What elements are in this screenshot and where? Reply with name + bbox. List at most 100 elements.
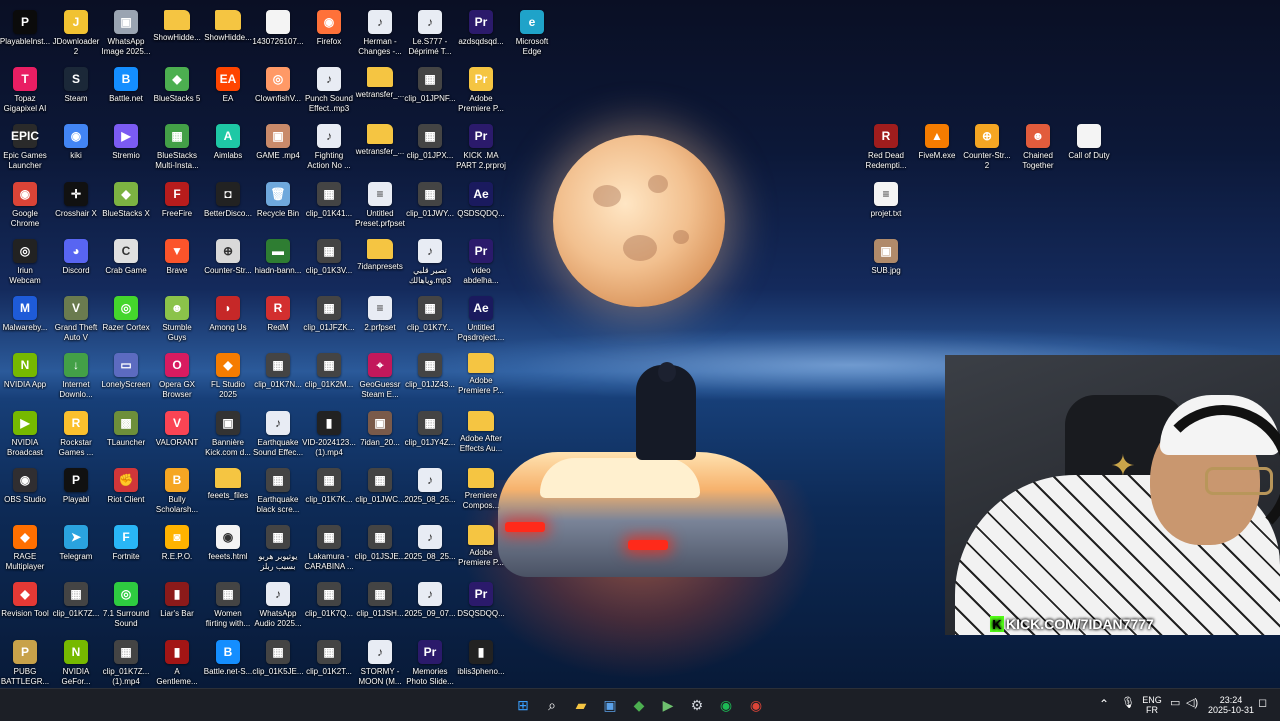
adobe-premiere-p-icon bbox=[468, 525, 494, 545]
video-abdelha-icon: Pr bbox=[469, 239, 493, 263]
clip-01jpx-icon: ▦ bbox=[418, 124, 442, 148]
clip-01jz43-icon: ▦ bbox=[418, 353, 442, 377]
volume-icon[interactable]: ◁) bbox=[1186, 698, 1198, 709]
desktop-icon-projet-txt[interactable]: ≡ projet.txt bbox=[856, 176, 916, 233]
clip-01k41-icon: ▦ bbox=[317, 182, 341, 206]
show-hidden-icons-icon[interactable]: ⌃ bbox=[1099, 698, 1109, 710]
desktop-icon-untitled-pqsdroject[interactable]: Ae Untitled Pqsdroject.... bbox=[451, 290, 511, 347]
clip-01jy4z-icon: ▦ bbox=[418, 411, 442, 435]
desktop-icon-dsqsdqq[interactable]: Pr DSQSDQQ... bbox=[451, 576, 511, 633]
hiadn-bann-icon: ▬ bbox=[266, 239, 290, 263]
clip-01jwy-icon: ▦ bbox=[418, 182, 442, 206]
qsdsqdq-icon: Ae bbox=[469, 182, 493, 206]
desktop-icon-premiere-compos[interactable]: Premiere Compos... bbox=[451, 462, 511, 519]
google-chrome-icon: ◉ bbox=[13, 182, 37, 206]
desktop-icon-call-of-duty[interactable]: Call of Duty bbox=[1059, 118, 1119, 175]
telegram-icon: ➤ bbox=[64, 525, 88, 549]
language-secondary: FR bbox=[1146, 705, 1158, 715]
firefox-icon: ◉ bbox=[317, 10, 341, 34]
input-language-indicator[interactable]: ENG FR bbox=[1140, 695, 1164, 715]
7-1-surround-sound-icon: ◎ bbox=[114, 582, 138, 606]
network-icon[interactable]: ▭ bbox=[1170, 698, 1180, 709]
clock[interactable]: 23:24 2025-10-31 bbox=[1204, 695, 1258, 715]
settings-button[interactable]: ⚙ bbox=[685, 693, 709, 717]
earthquake-black-scre-icon: ▦ bbox=[266, 468, 290, 492]
recycle-bin-icon: 🗑 bbox=[266, 182, 290, 206]
language-primary: ENG bbox=[1142, 695, 1162, 705]
showhidde-icon bbox=[164, 10, 190, 30]
battle-net-icon: B bbox=[114, 67, 138, 91]
bluestacks-x-icon: ◆ bbox=[114, 182, 138, 206]
2025-08-25-icon: ♪ bbox=[418, 468, 442, 492]
chrome-button[interactable]: ◉ bbox=[744, 693, 768, 717]
epic-games-launcher-icon: EPIC bbox=[11, 124, 39, 148]
desktop-icon-adobe-premiere-p[interactable]: Adobe Premiere P... bbox=[451, 347, 511, 404]
rockstar-games-icon: R bbox=[64, 411, 88, 435]
desktop-icon-label: SUB.jpg bbox=[871, 266, 901, 275]
desktop-icon-label: KICK .MA PART 2.prproj bbox=[456, 151, 506, 170]
brave-icon: ▼ bbox=[165, 239, 189, 263]
projet-txt-icon: ≡ bbox=[874, 182, 898, 206]
desktop-icon-qsdsqdq[interactable]: Ae QSDSQDQ... bbox=[451, 176, 511, 233]
wallpaper-taillight bbox=[505, 522, 545, 532]
sub-jpg-icon: ▣ bbox=[874, 239, 898, 263]
desktop-icon-iblis3pheno[interactable]: ▮ iblis3pheno... bbox=[451, 634, 511, 688]
clip-01k7n-icon: ▦ bbox=[266, 353, 290, 377]
spotify-button[interactable]: ◉ bbox=[714, 693, 738, 717]
desktop-icon-label: Adobe Premiere P... bbox=[458, 548, 504, 567]
battle-net-s-icon: B bbox=[216, 640, 240, 664]
tlauncher-icon: ▩ bbox=[114, 411, 138, 435]
desktop-icon-adobe-premiere-p[interactable]: Adobe Premiere P... bbox=[451, 519, 511, 576]
kick-channel-url: KICK.COM/7IDAN7777 bbox=[1006, 616, 1154, 632]
grand-theft-auto-v-icon: V bbox=[64, 296, 88, 320]
notifications-icon[interactable]: ◻ bbox=[1258, 698, 1267, 709]
le-s777-d-prim-t-icon: ♪ bbox=[418, 10, 442, 34]
stremio-icon: ▶ bbox=[114, 124, 138, 148]
bully-scholarsh-icon: B bbox=[165, 468, 189, 492]
7idan-20-icon: ▣ bbox=[368, 411, 392, 435]
chained-together-icon: ☻ bbox=[1026, 124, 1050, 148]
razer-cortex-icon: ◎ bbox=[114, 296, 138, 320]
mp3-icon: ♪ bbox=[418, 239, 442, 263]
file-explorer-button[interactable]: ▰ bbox=[569, 693, 593, 717]
nvidia-broadcast-icon: ▶ bbox=[13, 411, 37, 435]
clock-date: 2025-10-31 bbox=[1207, 705, 1255, 715]
desktop-icon-label: Microsoft Edge bbox=[515, 37, 549, 56]
punch-sound-effect-mp3-icon: ♪ bbox=[317, 67, 341, 91]
azdsqdsqd-icon: Pr bbox=[469, 10, 493, 34]
fighting-action-no-icon: ♪ bbox=[317, 124, 341, 148]
malwareby-icon: M bbox=[13, 296, 37, 320]
lakamura-carabina-icon: ▦ bbox=[317, 525, 341, 549]
microphone-icon[interactable]: 🎙 bbox=[1121, 698, 1135, 709]
lonelyscreen-icon: ▭ bbox=[114, 353, 138, 377]
bluestacks-button[interactable]: ◆ bbox=[627, 693, 651, 717]
2025-09-07-icon: ♪ bbox=[418, 582, 442, 606]
clip-01k2t-icon: ▦ bbox=[317, 640, 341, 664]
wetransfer-icon bbox=[367, 67, 393, 87]
desktop-icon-microsoft-edge[interactable]: e Microsoft Edge bbox=[502, 4, 562, 61]
7idanpresets-icon bbox=[367, 239, 393, 259]
desktop-icon-video-abdelha[interactable]: Pr video abdelha... bbox=[451, 233, 511, 290]
adobe-after-effects-au-icon bbox=[468, 411, 494, 431]
clip-01k7k-icon: ▦ bbox=[317, 468, 341, 492]
search-button[interactable]: ⌕ bbox=[540, 693, 564, 717]
start-button[interactable]: ⊞ bbox=[511, 693, 535, 717]
crosshair-x-icon: ✛ bbox=[64, 182, 88, 206]
clock-time: 23:24 bbox=[1219, 695, 1243, 705]
jdownloader-2-icon: J bbox=[64, 10, 88, 34]
game-mp4-icon: ▣ bbox=[266, 124, 290, 148]
desktop-icon-adobe-after-effects-au[interactable]: Adobe After Effects Au... bbox=[451, 405, 511, 462]
store-button[interactable]: ▣ bbox=[598, 693, 622, 717]
media-button[interactable]: ▶ bbox=[656, 693, 680, 717]
vid-2024123-1-mp4-icon: ▮ bbox=[317, 411, 341, 435]
women-flirting-with-icon: ▦ bbox=[216, 582, 240, 606]
topaz-gigapixel-ai-icon: T bbox=[13, 67, 37, 91]
iblis3pheno-icon: ▮ bbox=[469, 640, 493, 664]
desktop-icon-sub-jpg[interactable]: ▣ SUB.jpg bbox=[856, 233, 916, 290]
desktop-icon-kick-ma-part-2-prproj[interactable]: Pr KICK .MA PART 2.prproj bbox=[451, 118, 511, 175]
desktop-icon-adobe-premiere-p[interactable]: Pr Adobe Premiere P... bbox=[451, 61, 511, 118]
clip-01k7z-icon: ▦ bbox=[64, 582, 88, 606]
riot-client-icon: ✊ bbox=[114, 468, 138, 492]
clip-01k7q-icon: ▦ bbox=[317, 582, 341, 606]
adobe-premiere-p-icon bbox=[468, 353, 494, 373]
